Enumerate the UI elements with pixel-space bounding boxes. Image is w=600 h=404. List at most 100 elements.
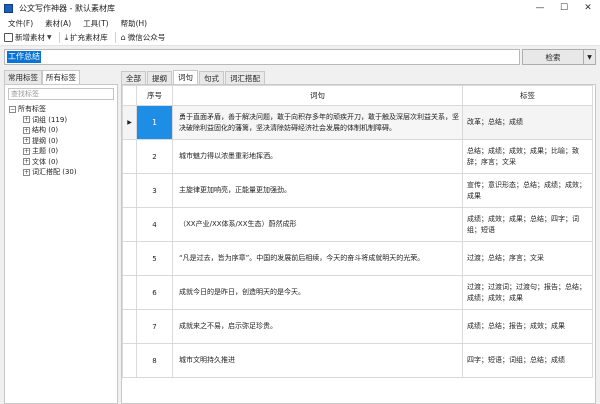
search-input[interactable]: 工作总结	[4, 49, 520, 65]
maximize-button[interactable]: ☐	[552, 0, 576, 16]
row-tags[interactable]: 改革；总结；成绩	[462, 105, 593, 140]
expand-icon[interactable]: +	[23, 126, 30, 134]
tree-item-structure[interactable]: + 结构 (0)	[5, 125, 117, 136]
column-header-sentence[interactable]: 词句	[172, 85, 463, 106]
row-tags[interactable]: 过渡；过渡词；过渡句；报告；总结；成绩；成效；成果	[462, 275, 593, 310]
expand-icon[interactable]: +	[23, 116, 30, 124]
toolbar-divider	[58, 32, 60, 43]
app-logo-icon	[4, 3, 13, 13]
new-material-label: 新增素材	[15, 33, 45, 42]
tab-common-tags[interactable]: 常用标签	[4, 70, 42, 84]
tag-tree: − 所有标签 + 词组 (119) + 结构 (0) + 提纲 (0) + 主题…	[5, 104, 117, 178]
new-material-button[interactable]: 新增素材 ▼	[4, 32, 52, 43]
tag-filter-input[interactable]: 查找标签	[8, 88, 114, 100]
row-sentence[interactable]: 勇于直面矛盾，善于解决问题，敢于向积存多年的顽疾开刀，敢于触及深层次利益关系，坚…	[172, 105, 463, 140]
tree-item-label: 主题 (0)	[32, 147, 59, 156]
table-row[interactable]: 5 “凡是过去，皆为序章”。中国的发展前后相续，今天的奋斗将成就明天的光荣。 过…	[122, 241, 593, 276]
row-header-corner	[122, 85, 137, 106]
row-sentence[interactable]: 城市魅力得以浓墨重彩地挥洒。	[172, 139, 463, 174]
sentence-grid: 序号 词句 标签 ▶ 1 勇于直面矛盾，善于解决问题，敢于向积存多年的顽疾开刀，…	[121, 84, 596, 404]
row-header	[122, 207, 137, 242]
table-row[interactable]: 2 城市魅力得以浓墨重彩地挥洒。 总结；成绩；成效；成果；比喻；致辞；序言；文采	[122, 139, 593, 174]
column-header-tags[interactable]: 标签	[462, 85, 593, 106]
tree-item-theme[interactable]: + 主题 (0)	[5, 146, 117, 157]
table-row[interactable]: 3 主旋律更加响亮，正能量更加强劲。 宣传；意识形态；总结；成绩；成效；成果	[122, 173, 593, 208]
table-row[interactable]: ▶ 1 勇于直面矛盾，善于解决问题，敢于向积存多年的顽疾开刀，敢于触及深层次利益…	[122, 105, 593, 140]
menu-tools[interactable]: 工具(T)	[83, 18, 108, 29]
row-header	[122, 275, 137, 310]
row-sentence[interactable]: “凡是过去，皆为序章”。中国的发展前后相续，今天的奋斗将成就明天的光荣。	[172, 241, 463, 276]
download-icon: ⤓	[64, 32, 69, 42]
row-sentence[interactable]: （XX产业/XX体系/XX生态）蔚然成形	[172, 207, 463, 242]
row-header	[122, 343, 137, 378]
toolbar-divider	[114, 32, 116, 43]
tab-all[interactable]: 全部	[121, 71, 146, 84]
row-sentence[interactable]: 成就来之不易，启示弥足珍贵。	[172, 309, 463, 344]
tab-sentences[interactable]: 词句	[173, 70, 198, 84]
row-tags[interactable]: 过渡；总结；序言；文采	[462, 241, 593, 276]
tree-item-collocation[interactable]: + 词汇搭配 (30)	[5, 167, 117, 178]
window-controls: — ☐ ✕	[528, 0, 600, 16]
table-row[interactable]: 7 成就来之不易，启示弥足珍贵。 成绩；总结；报告；成效；成果	[122, 309, 593, 344]
tree-item-outline[interactable]: + 提纲 (0)	[5, 136, 117, 147]
tree-item-label: 文体 (0)	[32, 157, 59, 166]
row-tags[interactable]: 四字；短语；词组；总结；成绩	[462, 343, 593, 378]
row-number[interactable]: 4	[136, 207, 173, 242]
search-dropdown-button[interactable]: ▼	[584, 49, 596, 65]
tree-item-label: 词组 (119)	[32, 115, 68, 124]
row-number[interactable]: 8	[136, 343, 173, 378]
row-tags[interactable]: 成绩；成效；成果；总结；四字；词组；短语	[462, 207, 593, 242]
row-tags[interactable]: 总结；成绩；成效；成果；比喻；致辞；序言；文采	[462, 139, 593, 174]
row-header	[122, 241, 137, 276]
search-button[interactable]: 检索	[522, 49, 584, 65]
sentence-table: 序号 词句 标签 ▶ 1 勇于直面矛盾，善于解决问题，敢于向积存多年的顽疾开刀，…	[122, 85, 593, 378]
row-sentence[interactable]: 城市文明持久推进	[172, 343, 463, 378]
row-number[interactable]: 1	[136, 105, 173, 140]
tree-root[interactable]: − 所有标签	[5, 104, 117, 115]
table-row[interactable]: 4 （XX产业/XX体系/XX生态）蔚然成形 成绩；成效；成果；总结；四字；词组…	[122, 207, 593, 242]
tab-collocations[interactable]: 词汇搭配	[225, 71, 265, 84]
menu-material[interactable]: 素材(A)	[45, 18, 71, 29]
expand-library-button[interactable]: ⤓ 扩充素材库	[65, 32, 108, 43]
tab-sentence-patterns[interactable]: 句式	[199, 71, 224, 84]
tree-item-label: 提纲 (0)	[32, 136, 59, 145]
wechat-button[interactable]: ⌂ 微信公众号	[121, 32, 166, 43]
expand-icon[interactable]: +	[23, 158, 30, 166]
row-number[interactable]: 5	[136, 241, 173, 276]
row-sentence[interactable]: 成就今日的是昨日，创造明天的是今天。	[172, 275, 463, 310]
expand-icon[interactable]: +	[23, 137, 30, 145]
tree-item-phrase[interactable]: + 词组 (119)	[5, 115, 117, 126]
menu-help[interactable]: 帮助(H)	[121, 18, 148, 29]
row-number[interactable]: 6	[136, 275, 173, 310]
current-row-indicator-icon: ▶	[122, 105, 137, 140]
content-tabs: 全部 提纲 词句 句式 词汇搭配	[121, 70, 596, 84]
row-number[interactable]: 7	[136, 309, 173, 344]
new-document-icon	[4, 33, 13, 42]
row-tags[interactable]: 宣传；意识形态；总结；成绩；成效；成果	[462, 173, 593, 208]
window-title: 公文写作神器 - 默认素材库	[19, 3, 115, 13]
collapse-icon[interactable]: −	[9, 105, 16, 113]
tab-outline[interactable]: 提纲	[147, 71, 172, 84]
expand-library-label: 扩充素材库	[70, 33, 108, 42]
content-panel: 全部 提纲 词句 句式 词汇搭配 序号 词句 标签 ▶ 1 勇于直面矛盾，善于解…	[121, 70, 596, 404]
column-header-number[interactable]: 序号	[136, 85, 173, 106]
search-bar: 工作总结 检索 ▼	[4, 49, 596, 65]
tree-item-label: 词汇搭配 (30)	[32, 168, 77, 177]
close-button[interactable]: ✕	[576, 0, 600, 16]
minimize-button[interactable]: —	[528, 0, 552, 16]
row-number[interactable]: 2	[136, 139, 173, 174]
title-bar: 公文写作神器 - 默认素材库 — ☐ ✕	[0, 0, 600, 16]
table-row[interactable]: 6 成就今日的是昨日，创造明天的是今天。 过渡；过渡词；过渡句；报告；总结；成绩…	[122, 275, 593, 310]
tab-all-tags[interactable]: 所有标签	[42, 70, 80, 84]
menu-bar: 文件(F) 素材(A) 工具(T) 帮助(H)	[0, 16, 600, 30]
table-row[interactable]: 8 城市文明持久推进 四字；短语；词组；总结；成绩	[122, 343, 593, 378]
row-sentence[interactable]: 主旋律更加响亮，正能量更加强劲。	[172, 173, 463, 208]
row-number[interactable]: 3	[136, 173, 173, 208]
row-tags[interactable]: 成绩；总结；报告；成效；成果	[462, 309, 593, 344]
menu-file[interactable]: 文件(F)	[8, 18, 33, 29]
home-icon: ⌂	[120, 33, 126, 42]
tree-item-genre[interactable]: + 文体 (0)	[5, 157, 117, 168]
expand-icon[interactable]: +	[23, 147, 30, 155]
expand-icon[interactable]: +	[23, 168, 30, 176]
chevron-down-icon[interactable]: ▼	[47, 34, 52, 41]
